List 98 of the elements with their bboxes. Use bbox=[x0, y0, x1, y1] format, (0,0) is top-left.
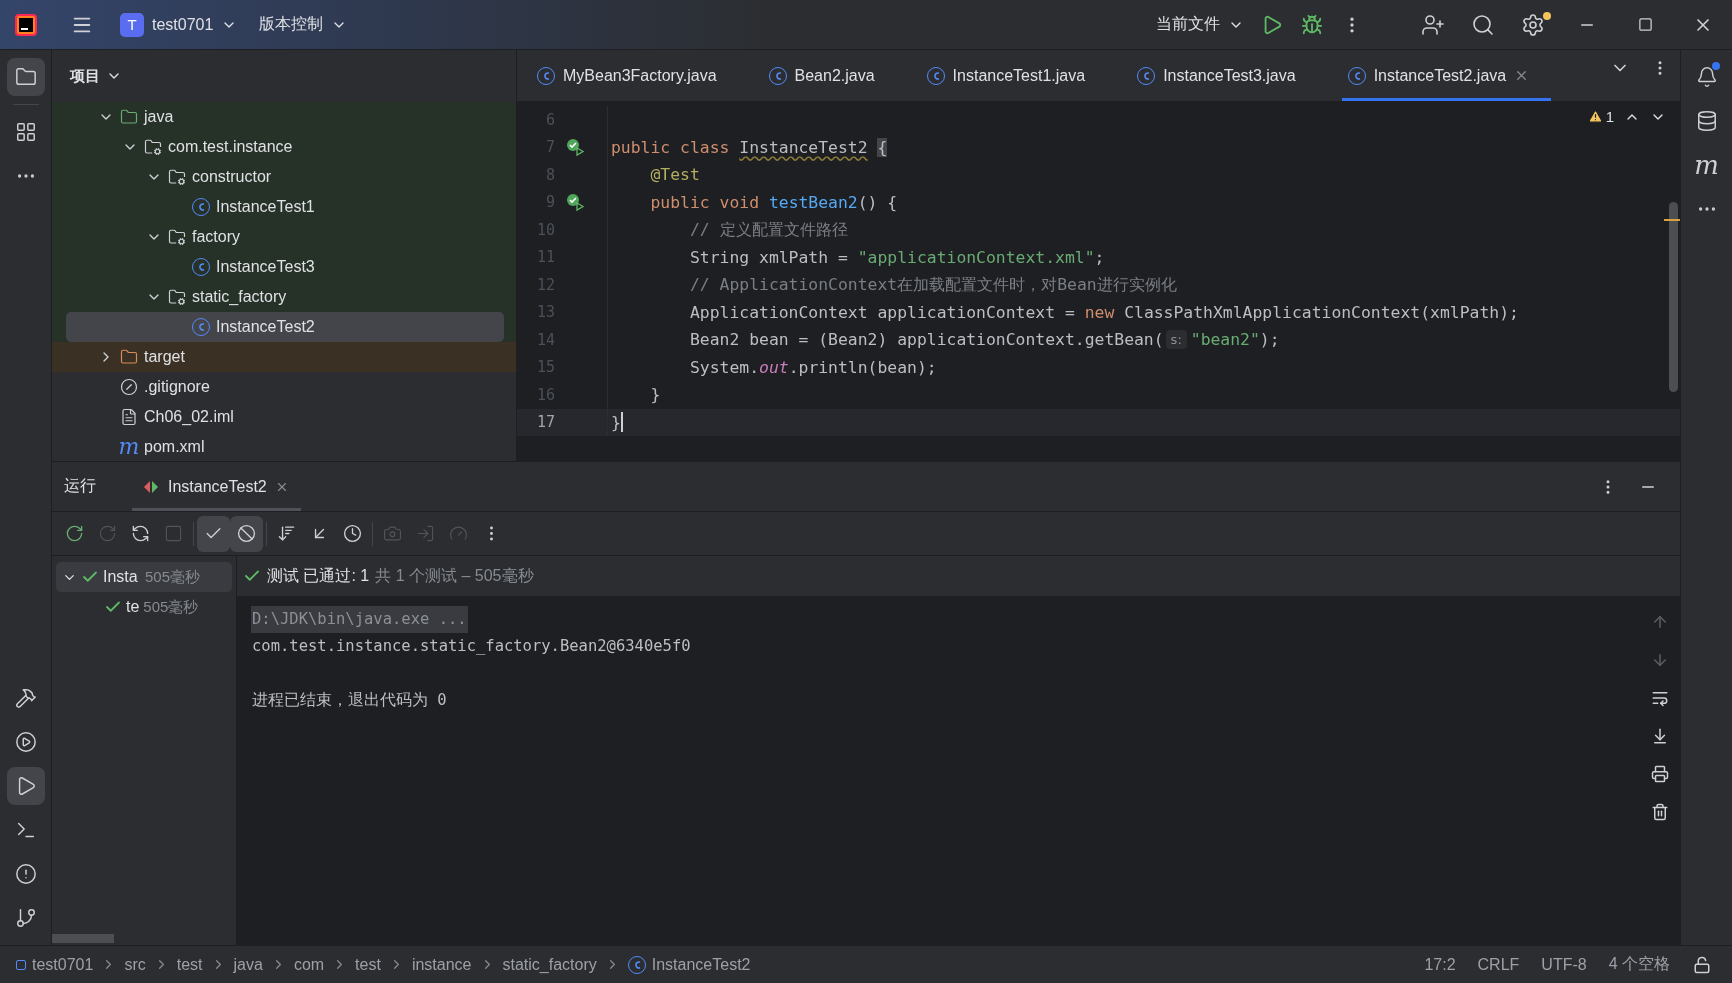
test-status: 测试 已通过: 1 bbox=[267, 565, 370, 586]
breadcrumb[interactable]: instance bbox=[411, 955, 472, 974]
test-run-icon bbox=[142, 478, 160, 495]
tree-item[interactable]: InstanceTest2 bbox=[66, 312, 504, 342]
tree-item[interactable]: java bbox=[52, 102, 516, 132]
breadcrumb[interactable]: com bbox=[293, 955, 325, 974]
check-icon[interactable] bbox=[197, 515, 230, 552]
warning-count[interactable]: 1 bbox=[1587, 108, 1614, 125]
run-config-label: 当前文件 bbox=[1156, 14, 1220, 34]
test-name: Insta bbox=[103, 568, 139, 586]
test-time: 505毫秒 bbox=[145, 567, 201, 587]
vcs-menu[interactable]: 版本控制 bbox=[251, 8, 356, 41]
run-icon[interactable] bbox=[6, 767, 45, 805]
package-icon bbox=[168, 288, 186, 306]
tree-item-label: factory bbox=[192, 228, 240, 246]
app-logo-icon bbox=[14, 12, 38, 37]
breadcrumb[interactable]: static_factory bbox=[502, 955, 597, 974]
project-panel-title: 项目 bbox=[70, 66, 100, 86]
tree-item[interactable]: constructor bbox=[52, 162, 516, 192]
tree-item[interactable]: factory bbox=[52, 222, 516, 252]
editor-tab[interactable]: InstanceTest3.java bbox=[1131, 50, 1318, 101]
breadcrumb[interactable]: InstanceTest2 bbox=[651, 955, 751, 974]
indent-setting[interactable]: 4 个空格 bbox=[1608, 954, 1670, 975]
package-icon bbox=[144, 138, 162, 156]
breadcrumb[interactable]: test bbox=[355, 955, 381, 974]
folder-icon[interactable] bbox=[6, 58, 45, 96]
project-avatar: T bbox=[120, 12, 144, 37]
run-panel-title: 运行 bbox=[64, 476, 96, 496]
tree-item-label: com.test.instance bbox=[168, 138, 293, 156]
module-icon bbox=[16, 959, 26, 970]
tree-item[interactable]: .gitignore bbox=[52, 372, 516, 402]
code-line: public void testBean2() { bbox=[607, 188, 898, 216]
run-test-icon[interactable] bbox=[565, 192, 585, 213]
folder-icon bbox=[120, 348, 138, 366]
line-number: 17 bbox=[535, 413, 555, 432]
editor-tab[interactable]: InstanceTest2.java bbox=[1341, 50, 1552, 101]
maven-tool-button[interactable]: m bbox=[1687, 146, 1726, 184]
code-line: // ApplicationContext在加载配置文件时，对Bean进行实例化 bbox=[607, 271, 1177, 299]
warning-marker bbox=[1664, 219, 1680, 221]
tree-item-label: static_factory bbox=[192, 288, 287, 306]
tree-item-label: InstanceTest1 bbox=[216, 198, 315, 216]
breadcrumb[interactable]: test0701 bbox=[32, 955, 94, 974]
breadcrumb[interactable]: test bbox=[176, 955, 203, 974]
code-line: @Test bbox=[607, 161, 700, 189]
test-summary: 共 1 个测试 – 505毫秒 bbox=[375, 565, 534, 586]
maven-file-icon: m bbox=[120, 436, 138, 458]
code-line: // 定义配置文件路径 bbox=[607, 216, 848, 244]
tree-item[interactable]: m pom.xml bbox=[52, 432, 516, 461]
tree-item[interactable]: InstanceTest1 bbox=[52, 192, 516, 222]
run-test-icon[interactable] bbox=[565, 137, 585, 158]
editor-tab[interactable]: Bean2.java bbox=[762, 50, 897, 101]
test-time: 505毫秒 bbox=[143, 597, 199, 617]
vcs-label: 版本控制 bbox=[259, 14, 324, 34]
code-line: String xmlPath = "applicationContext.xml"; bbox=[607, 243, 1105, 271]
tree-item-label: InstanceTest3 bbox=[216, 258, 315, 276]
console-line: com.test.instance.static_factory.Bean2@6340e5f0 bbox=[251, 636, 692, 657]
tree-item-label: target bbox=[144, 348, 185, 366]
package-icon bbox=[168, 168, 186, 186]
project-switcher[interactable]: T test0701 bbox=[112, 6, 246, 43]
tree-item[interactable]: target bbox=[52, 342, 516, 372]
breadcrumb[interactable]: java bbox=[233, 955, 263, 974]
editor-tab[interactable]: InstanceTest1.java bbox=[920, 50, 1108, 101]
folder-icon bbox=[120, 108, 138, 126]
module-file-icon bbox=[120, 408, 138, 426]
test-name: te bbox=[126, 598, 140, 616]
tree-item[interactable]: static_factory bbox=[52, 282, 516, 312]
package-icon bbox=[168, 228, 186, 246]
test-tree-item[interactable]: te 505毫秒 bbox=[56, 592, 232, 622]
tree-item-label: pom.xml bbox=[144, 438, 205, 456]
code-line: ApplicationContext applicationContext = new ClassPathXmlApplicationContext(xmlPath); bbox=[607, 298, 1519, 326]
code-line: } bbox=[607, 408, 623, 436]
scrollbar[interactable] bbox=[1669, 202, 1678, 392]
run-config-dropdown[interactable]: 当前文件 bbox=[1148, 8, 1252, 41]
code-line: System.out.println(bean); bbox=[607, 353, 937, 381]
tree-item-label: Ch06_02.iml bbox=[144, 408, 234, 426]
ignore-file-icon bbox=[120, 378, 138, 396]
run-tab[interactable]: InstanceTest2 bbox=[132, 462, 301, 511]
code-line: Bean2 bean = (Bean2) applicationContext.getBean( s: "bean2"); bbox=[607, 326, 1280, 354]
editor-tab[interactable]: MyBean3Factory.java bbox=[531, 50, 739, 101]
test-tree-item[interactable]: Insta 505毫秒 bbox=[56, 562, 232, 592]
file-encoding[interactable]: UTF-8 bbox=[1541, 955, 1587, 974]
tree-item[interactable]: InstanceTest3 bbox=[52, 252, 516, 282]
cursor-position[interactable]: 17:2 bbox=[1424, 955, 1456, 974]
project-panel-dropdown[interactable]: 项目 bbox=[64, 65, 128, 87]
code-line: } bbox=[607, 381, 661, 409]
tree-item-label: .gitignore bbox=[144, 378, 210, 396]
ban-icon[interactable] bbox=[230, 515, 263, 552]
project-name: test0701 bbox=[152, 15, 214, 34]
console-line: 进程已结束，退出代码为 0 bbox=[251, 690, 448, 711]
tree-item-label: InstanceTest2 bbox=[216, 318, 315, 336]
tree-item[interactable]: Ch06_02.iml bbox=[52, 402, 516, 432]
line-separator[interactable]: CRLF bbox=[1477, 955, 1520, 974]
tree-item-label: java bbox=[144, 108, 174, 126]
tree-item[interactable]: com.test.instance bbox=[52, 132, 516, 162]
breadcrumb[interactable]: src bbox=[124, 955, 146, 974]
scrollbar[interactable] bbox=[52, 934, 114, 943]
tree-item-label: constructor bbox=[192, 168, 272, 186]
code-line: public class InstanceTest2 { bbox=[607, 133, 888, 161]
